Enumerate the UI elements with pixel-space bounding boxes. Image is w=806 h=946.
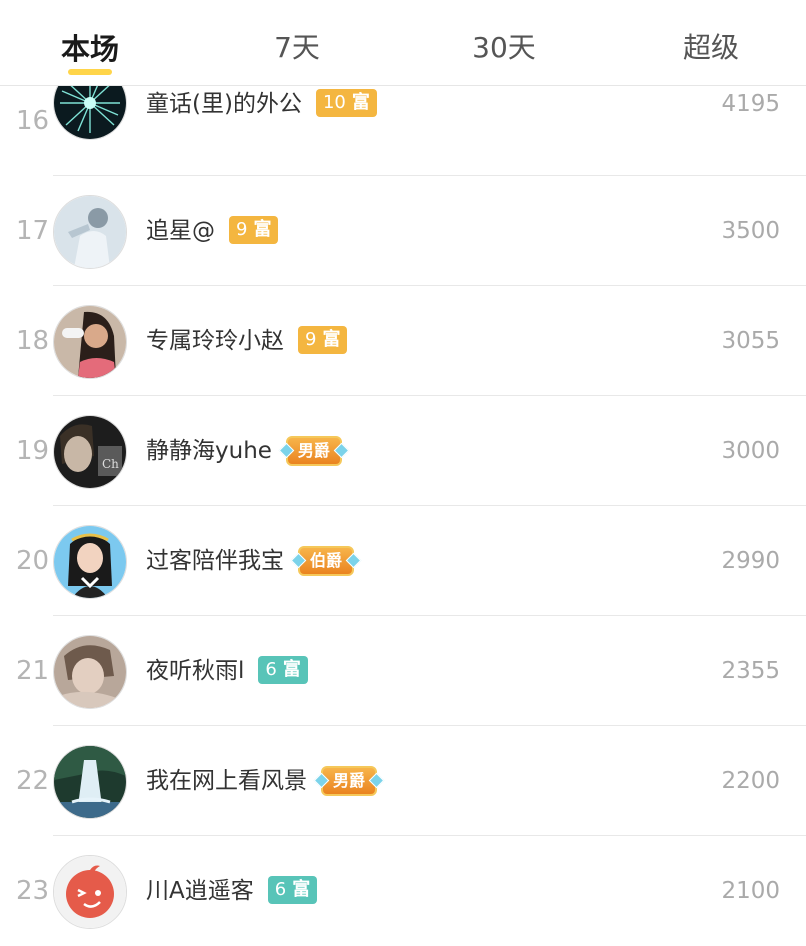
tab-label: 本场 (60, 32, 119, 66)
rank-number: 22 (16, 766, 50, 796)
rank-number: 20 (16, 546, 50, 576)
list-item[interactable]: 18 专属玲玲小赵 9 富 3055 (0, 286, 806, 396)
list-item[interactable]: 19 Ch 静静海yuhe 男爵 3000 (0, 396, 806, 506)
username-text: 专属玲玲小赵 (146, 328, 284, 354)
score-value: 2200 (721, 768, 780, 794)
wealth-level-badge: 9富 (229, 215, 279, 244)
svg-text:Ch: Ch (102, 457, 119, 471)
username-text: 静静海yuhe (146, 438, 272, 464)
wink-face-avatar[interactable] (53, 855, 127, 929)
list-item[interactable]: 23 川A逍遥客 6 富 2100 (0, 836, 806, 946)
baron-noble-badge: 男爵 (321, 766, 378, 796)
ranking-tab-bar: 本场 7天 30天 超级 (0, 0, 806, 86)
username-text: 童话(里)的外公 (146, 91, 302, 117)
username-text: 川A逍遥客 (146, 878, 254, 904)
rank-number: 21 (16, 656, 50, 686)
girl-drinking-avatar[interactable] (53, 305, 127, 379)
tab-label: 超级 (682, 31, 739, 64)
username: 过客陪伴我宝 伯爵 (146, 541, 355, 581)
rank-number: 17 (16, 216, 50, 246)
wealth-level-badge: 9富 (298, 325, 348, 354)
person-avatar[interactable] (53, 195, 127, 269)
username-text: 追星@ (146, 218, 215, 244)
score-value: 3500 (721, 218, 780, 244)
tab-7-days[interactable]: 7天 (197, 0, 397, 85)
wealth-level-badge: 10 富 (315, 88, 377, 117)
username-text: 过客陪伴我宝 (146, 548, 284, 574)
tab-current-session[interactable]: 本场 (0, 0, 190, 85)
tab-super[interactable]: 超级 (611, 0, 806, 85)
score-value: 3000 (721, 438, 780, 464)
tab-label: 30天 (472, 31, 536, 64)
tab-label: 7天 (274, 31, 320, 64)
username-text: 我在网上看风景 (146, 768, 307, 794)
rank-number: 18 (16, 326, 50, 356)
list-item[interactable]: 21 夜听秋雨l 6 富 2355 (0, 616, 806, 726)
score-value: 2355 (721, 658, 780, 684)
username: 我在网上看风景 男爵 (146, 761, 378, 801)
score-value: 2990 (721, 548, 780, 574)
username: 专属玲玲小赵 9 富 (146, 321, 348, 361)
list-item[interactable]: 20 过客陪伴我宝 伯爵 2990 (0, 506, 806, 616)
username: 追星@ 9 富 (146, 211, 279, 251)
username: 童话(里)的外公 10 富 (146, 84, 377, 124)
active-tab-indicator (68, 69, 112, 75)
list-item[interactable]: 22 我在网上看风景 男爵 2200 (0, 726, 806, 836)
waterfall-avatar[interactable] (53, 745, 127, 819)
username: 夜听秋雨l 6 富 (146, 651, 308, 691)
list-item[interactable]: 17 追星@ 9 富 3500 (0, 176, 806, 286)
username-text: 夜听秋雨l (146, 658, 245, 684)
tab-30-days[interactable]: 30天 (404, 0, 604, 85)
earl-noble-badge: 伯爵 (298, 546, 355, 576)
wealth-level-badge: 6富 (258, 655, 308, 684)
rank-number: 19 (16, 436, 50, 466)
baron-noble-badge: 男爵 (285, 436, 342, 466)
score-value: 2100 (721, 878, 780, 904)
score-value: 3055 (721, 328, 780, 354)
wealth-level-badge: 6富 (267, 875, 318, 904)
username: 静静海yuhe 男爵 (146, 431, 342, 471)
rank-number: 23 (16, 876, 50, 906)
score-value: 4195 (721, 91, 780, 117)
boy-portrait-avatar[interactable]: Ch (53, 415, 127, 489)
username: 川A逍遥客 6 富 (146, 871, 318, 911)
girl-headband-avatar[interactable] (53, 525, 127, 599)
sepia-portrait-avatar[interactable] (53, 635, 127, 709)
